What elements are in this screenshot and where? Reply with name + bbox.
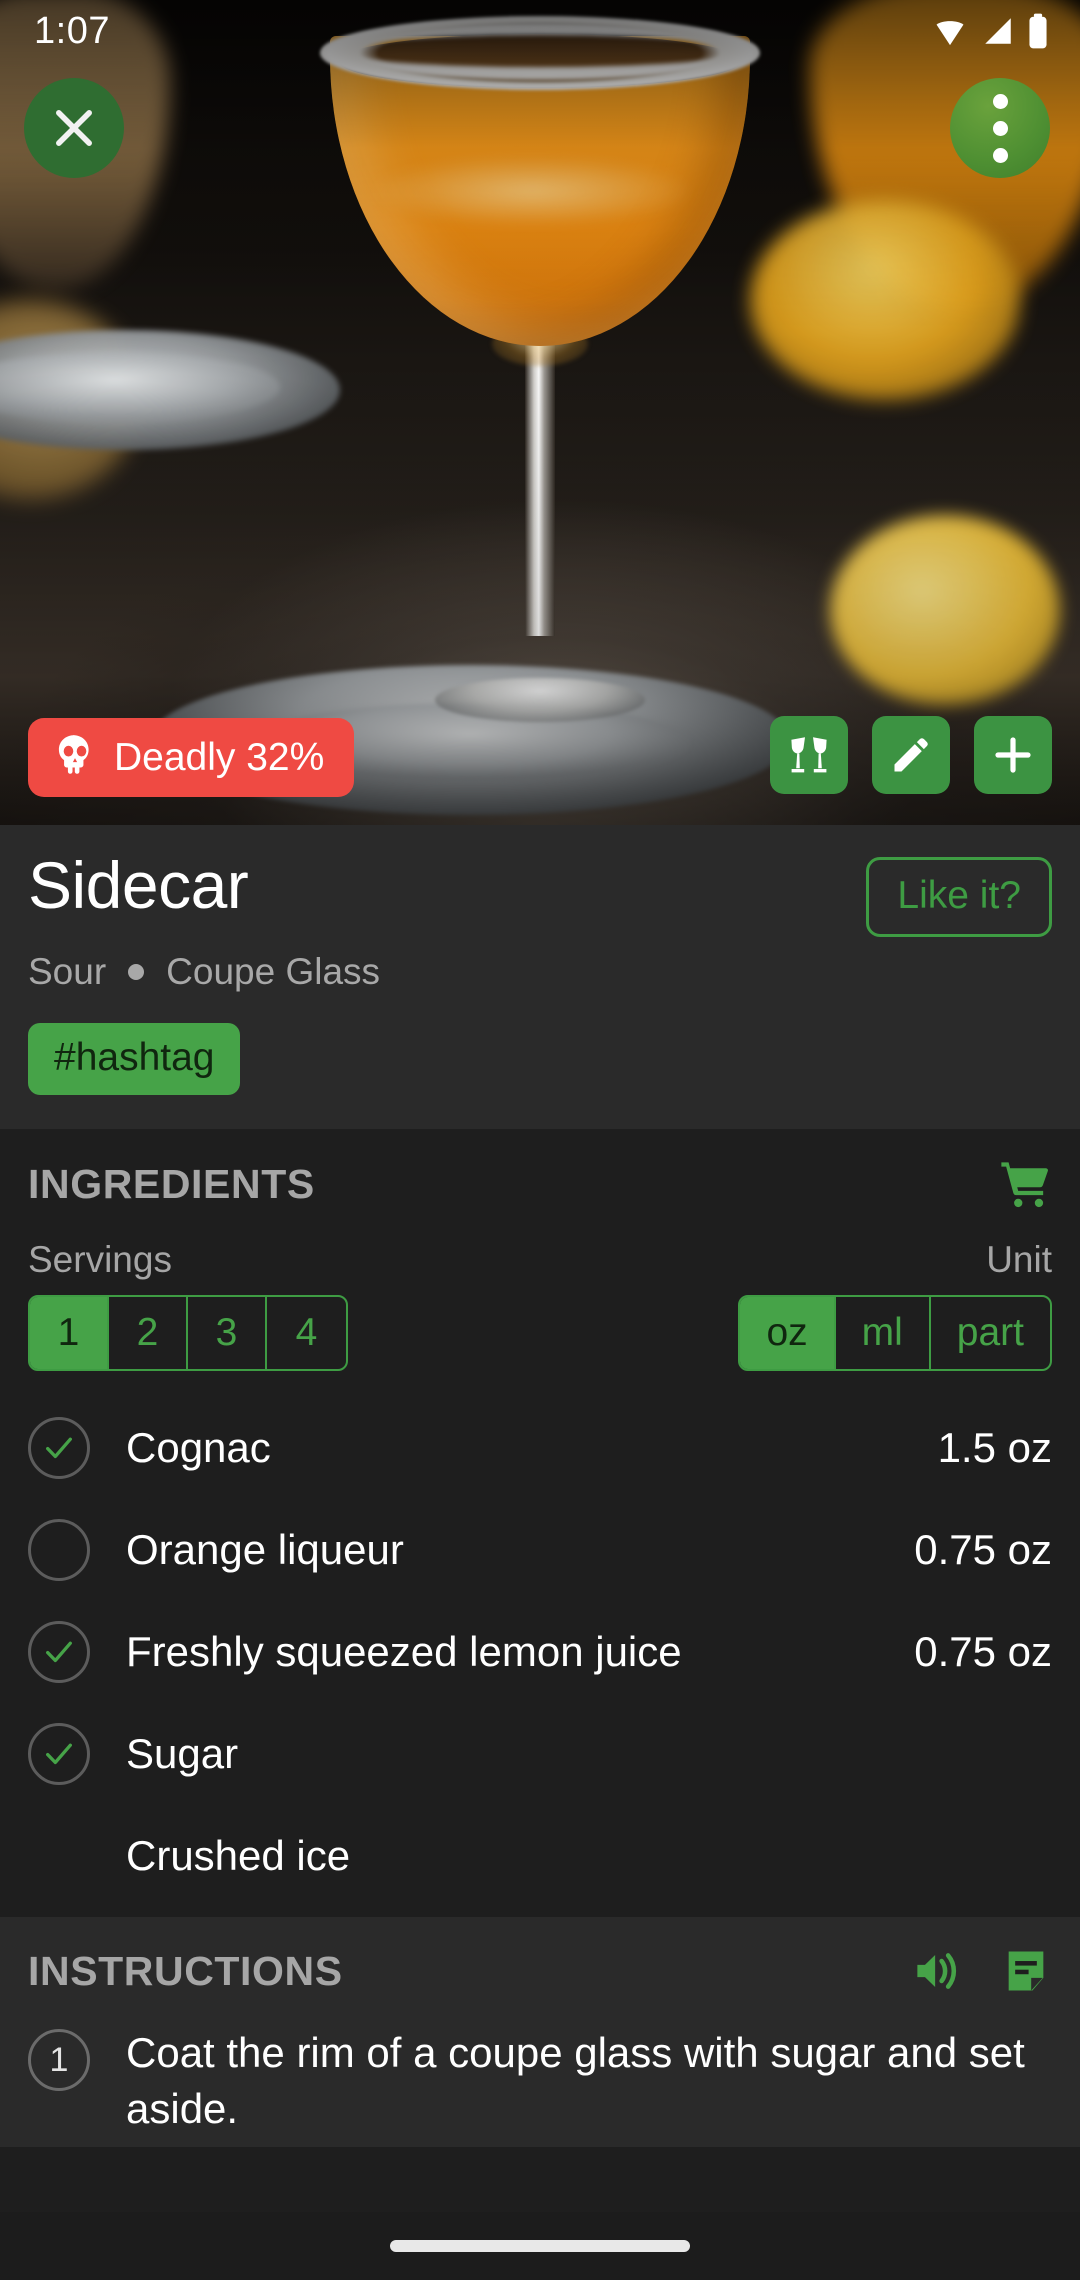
ingredient-checkbox[interactable] [28,1723,90,1785]
instructions-section: INSTRUCTIONS 1 Coat the rim of a coupe g… [0,1917,1080,2147]
cheers-button[interactable] [770,716,848,794]
status-bar: 1:07 [0,0,1080,62]
step-number: 1 [28,2029,90,2091]
app-screen: 1:07 Deadly 32% Sidecar Like it? Sour Co… [0,0,1080,2280]
check-icon [46,1437,72,1459]
ingredient-amount: 0.75 oz [914,1628,1052,1675]
ingredients-heading: INGREDIENTS [28,1160,315,1207]
ingredient-row[interactable]: Cognac 1.5 oz [28,1397,1052,1499]
home-indicator[interactable] [390,2240,690,2252]
close-button[interactable] [24,78,124,178]
unit-option-ml[interactable]: ml [836,1297,931,1369]
plus-icon [995,737,1031,773]
hero-image-area: 1:07 Deadly 32% [0,0,1080,825]
ingredient-row[interactable]: Freshly squeezed lemon juice 0.75 oz [28,1601,1052,1703]
servings-selector: 1 2 3 4 [28,1295,348,1371]
servings-option-1[interactable]: 1 [30,1297,109,1369]
notes-button[interactable] [1000,1945,1052,1997]
tag-chip[interactable]: #hashtag [28,1023,241,1095]
servings-option-3[interactable]: 3 [188,1297,267,1369]
abv-badge-label: Deadly 32% [114,735,325,779]
step-text: Coat the rim of a coupe glass with sugar… [126,2029,1025,2132]
battery-icon [1026,12,1050,50]
read-aloud-button[interactable] [910,1945,962,1997]
close-icon [56,110,92,146]
servings-label: Servings [28,1239,172,1280]
unit-selector: oz ml part [738,1295,1052,1371]
ingredient-name: Crushed ice [126,1832,351,1879]
cellular-signal-icon [979,14,1017,48]
ingredient-checkbox[interactable] [28,1417,90,1479]
ingredient-checkbox-placeholder [28,1825,90,1887]
speaker-volume-icon [917,1953,957,1989]
ingredient-name: Sugar [126,1730,239,1777]
skull-icon [52,732,98,783]
drink-glass-type: Coupe Glass [166,951,381,992]
check-icon [46,1743,72,1765]
shopping-cart-icon [1001,1162,1048,1208]
unit-option-part[interactable]: part [931,1297,1050,1369]
ingredient-list: Cognac 1.5 oz Orange liqueur 0.75 oz Fre… [28,1397,1052,1907]
instruction-step: 1 Coat the rim of a coupe glass with sug… [28,2003,1052,2137]
edit-button[interactable] [872,716,950,794]
system-navigation-bar [0,2212,1080,2280]
status-bar-icons [930,12,1050,50]
meta-separator-dot [128,964,145,980]
ingredients-section: INGREDIENTS Servings Unit 1 2 3 4 oz ml … [0,1129,1080,1917]
ingredient-row[interactable]: Sugar [28,1703,1052,1805]
ingredient-amount: 1.5 oz [937,1424,1052,1471]
ingredient-amount: 0.75 oz [914,1526,1052,1573]
abv-strength-badge[interactable]: Deadly 32% [28,718,355,797]
overflow-menu-button[interactable] [950,78,1050,178]
drink-title-card: Sidecar Like it? Sour Coupe Glass #hasht… [0,825,1080,1129]
ingredient-name: Orange liqueur [126,1526,404,1573]
ingredient-checkbox[interactable] [28,1519,90,1581]
page-title: Sidecar [28,848,249,922]
add-button[interactable] [974,716,1052,794]
drink-meta: Sour Coupe Glass [28,951,1052,993]
status-bar-clock: 1:07 [34,9,110,52]
tag-list: #hashtag [28,1023,1052,1095]
hero-action-buttons [770,716,1052,794]
check-icon [46,1641,72,1663]
cheers-glasses-icon [791,737,827,773]
ingredient-row[interactable]: Orange liqueur 0.75 oz [28,1499,1052,1601]
pencil-icon [894,738,928,772]
unit-label: Unit [986,1239,1052,1280]
drink-category: Sour [28,951,107,992]
servings-option-4[interactable]: 4 [267,1297,346,1369]
shopping-cart-button[interactable] [998,1157,1052,1211]
ingredient-name: Cognac [126,1424,271,1471]
ingredient-row[interactable]: Crushed ice [28,1805,1052,1907]
unit-option-oz[interactable]: oz [740,1297,836,1369]
ingredient-name: Freshly squeezed lemon juice [126,1628,682,1675]
more-vertical-icon [992,93,1008,163]
instructions-heading: INSTRUCTIONS [28,1947,343,1994]
servings-option-2[interactable]: 2 [109,1297,188,1369]
like-it-button[interactable]: Like it? [866,857,1052,937]
ingredient-checkbox[interactable] [28,1621,90,1683]
note-document-icon [1008,1951,1044,1991]
wifi-icon [930,14,970,48]
cocktail-photo [0,0,1080,825]
